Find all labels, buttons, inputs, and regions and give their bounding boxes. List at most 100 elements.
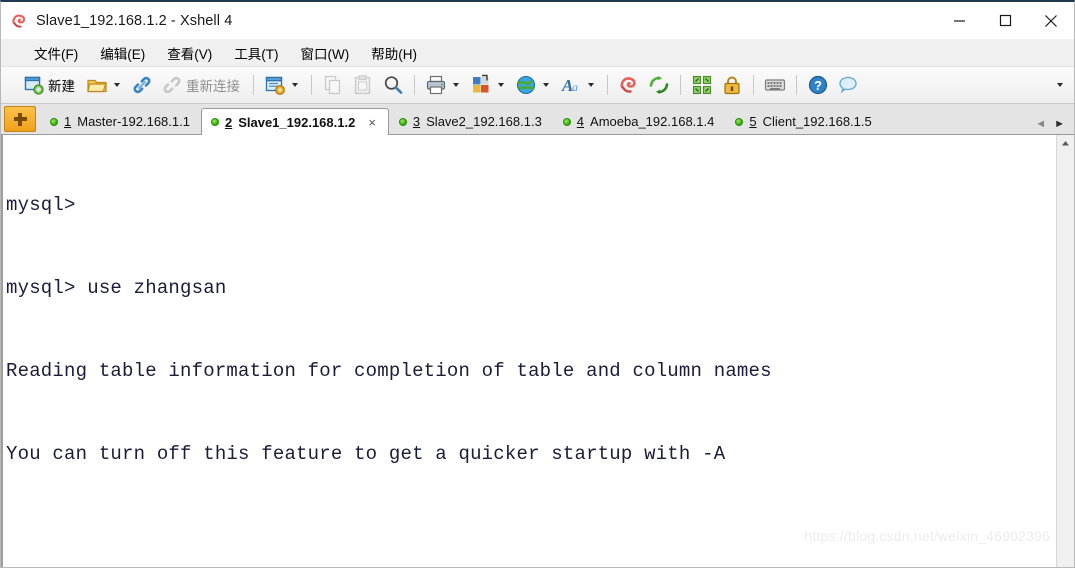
- session-properties-button[interactable]: [260, 70, 305, 100]
- close-button[interactable]: [1028, 2, 1074, 39]
- open-session-button[interactable]: [82, 70, 127, 100]
- tab-status-dot: [398, 117, 407, 126]
- globe-button[interactable]: [511, 70, 556, 100]
- xshell-icon: [618, 74, 640, 96]
- font-icon: A a: [560, 74, 582, 96]
- vertical-scrollbar[interactable]: [1056, 135, 1074, 567]
- xshell-logo-icon: [10, 12, 28, 30]
- lock-icon: [721, 74, 743, 96]
- tab-client-192-168-1-5[interactable]: 5 Client_192.168.1.5: [725, 108, 882, 134]
- globe-icon: [515, 74, 537, 96]
- tab-label: Slave1_192.168.1.2: [238, 114, 356, 130]
- toolbar-separator: [311, 75, 312, 95]
- tab-number: 5: [749, 114, 757, 129]
- tab-master-192-168-1-1[interactable]: 1 Master-192.168.1.1: [40, 108, 201, 134]
- terminal-line: mysql> use zhangsan: [6, 276, 227, 299]
- menu-window[interactable]: 窗口(W): [290, 40, 361, 66]
- toolbar-separator: [680, 75, 681, 95]
- menu-file[interactable]: 文件(F): [23, 40, 89, 66]
- toolbar-separator: [607, 75, 608, 95]
- tab-number: 3: [412, 114, 421, 129]
- open-folder-icon: [86, 74, 108, 96]
- find-button[interactable]: [378, 70, 408, 100]
- tab-status-dot: [210, 118, 219, 126]
- tab-amoeba-192-168-1-4[interactable]: 4 Amoeba_192.168.1.4: [553, 108, 726, 134]
- tab-number: 2: [224, 114, 233, 130]
- terminal-line: Reading table information for completion…: [6, 359, 772, 382]
- fullscreen-button[interactable]: [687, 70, 717, 100]
- session-properties-dropdown-caret[interactable]: [292, 83, 298, 87]
- terminal-area: mysql> mysql> use zhangsan Reading table…: [1, 135, 1074, 567]
- menu-tools[interactable]: 工具(T): [223, 40, 289, 66]
- font-dropdown-caret[interactable]: [588, 83, 594, 87]
- tab-status-dot: [50, 117, 58, 126]
- color-scheme-button[interactable]: [466, 70, 511, 100]
- terminal-output[interactable]: mysql> mysql> use zhangsan Reading table…: [1, 135, 1056, 567]
- chat-button[interactable]: [833, 70, 863, 100]
- connect-icon: [131, 74, 153, 96]
- new-session-button[interactable]: 新建: [19, 70, 82, 100]
- tab-slave1-192-168-1-2[interactable]: 2 Slave1_192.168.1.2 ×: [200, 108, 389, 135]
- xshell-window: Slave1_192.168.1.2 - Xshell 4 文件(F) 编辑(E…: [0, 0, 1075, 568]
- tab-number: 1: [64, 114, 72, 129]
- find-icon: [382, 74, 404, 96]
- paste-icon: [352, 74, 374, 96]
- terminal-line: mysql>: [6, 194, 76, 217]
- plus-icon-vertical: [18, 112, 22, 126]
- session-properties-icon: [264, 74, 286, 96]
- tab-status-dot: [562, 117, 571, 126]
- toolbar-overflow-chevron-down-icon[interactable]: [1057, 83, 1063, 87]
- tab-scroll-left-icon[interactable]: ◄: [1032, 119, 1049, 130]
- tab-number: 4: [576, 114, 585, 129]
- terminal-line: You can turn off this feature to get a q…: [6, 442, 726, 465]
- tab-label: Master-192.168.1.1: [77, 114, 190, 129]
- chat-icon: [837, 74, 859, 96]
- connect-button[interactable]: [127, 70, 157, 100]
- menu-help[interactable]: 帮助(H): [360, 40, 428, 66]
- menu-view[interactable]: 查看(V): [156, 40, 223, 66]
- tab-label: Client_192.168.1.5: [762, 114, 872, 129]
- xshell-button[interactable]: [614, 70, 644, 100]
- color-scheme-icon: [470, 74, 492, 96]
- fullscreen-icon: [691, 74, 713, 96]
- help-icon: ?: [807, 74, 829, 96]
- print-icon: [425, 74, 447, 96]
- scroll-up-arrow-icon[interactable]: [1057, 135, 1074, 152]
- print-button[interactable]: [421, 70, 466, 100]
- scrollbar-track[interactable]: [1057, 152, 1074, 567]
- toolbar: 新建 重新连接 A a ?: [1, 67, 1074, 104]
- tab-label: Slave2_192.168.1.3: [426, 114, 542, 129]
- toolbar-separator: [753, 75, 754, 95]
- color-scheme-dropdown-caret[interactable]: [498, 83, 504, 87]
- globe-dropdown-caret[interactable]: [543, 83, 549, 87]
- toolbar-separator: [414, 75, 415, 95]
- print-dropdown-caret[interactable]: [453, 83, 459, 87]
- menu-edit[interactable]: 编辑(E): [89, 40, 156, 66]
- tab-slave2-192-168-1-3[interactable]: 3 Slave2_192.168.1.3: [389, 108, 553, 134]
- reconnect-icon: [161, 74, 183, 96]
- tab-bar: 1 Master-192.168.1.1 2 Slave1_192.168.1.…: [1, 104, 1074, 135]
- open-folder-dropdown-caret[interactable]: [114, 83, 120, 87]
- new-session-icon: [23, 74, 45, 96]
- help-button[interactable]: ?: [803, 70, 833, 100]
- maximize-button[interactable]: [982, 2, 1028, 39]
- font-button[interactable]: A a: [556, 70, 601, 100]
- reconnect-button: 重新连接: [157, 70, 247, 100]
- xftp-icon: [648, 74, 670, 96]
- svg-text:?: ?: [814, 78, 822, 93]
- title-bar: Slave1_192.168.1.2 - Xshell 4: [1, 2, 1074, 39]
- minimize-button[interactable]: [936, 2, 982, 39]
- window-controls: [936, 2, 1074, 39]
- copy-icon: [322, 74, 344, 96]
- svg-text:a: a: [572, 80, 578, 94]
- tab-scroll-right-icon[interactable]: ►: [1051, 119, 1068, 130]
- keyboard-icon: [764, 74, 786, 96]
- paste-button: [348, 70, 378, 100]
- lock-button[interactable]: [717, 70, 747, 100]
- xftp-button[interactable]: [644, 70, 674, 100]
- new-tab-button[interactable]: [4, 106, 36, 132]
- tab-close-icon[interactable]: ×: [366, 115, 378, 130]
- new-session-label: 新建: [48, 79, 75, 94]
- keyboard-button[interactable]: [760, 70, 790, 100]
- tab-scroll-controls: ◄ ►: [1032, 119, 1074, 134]
